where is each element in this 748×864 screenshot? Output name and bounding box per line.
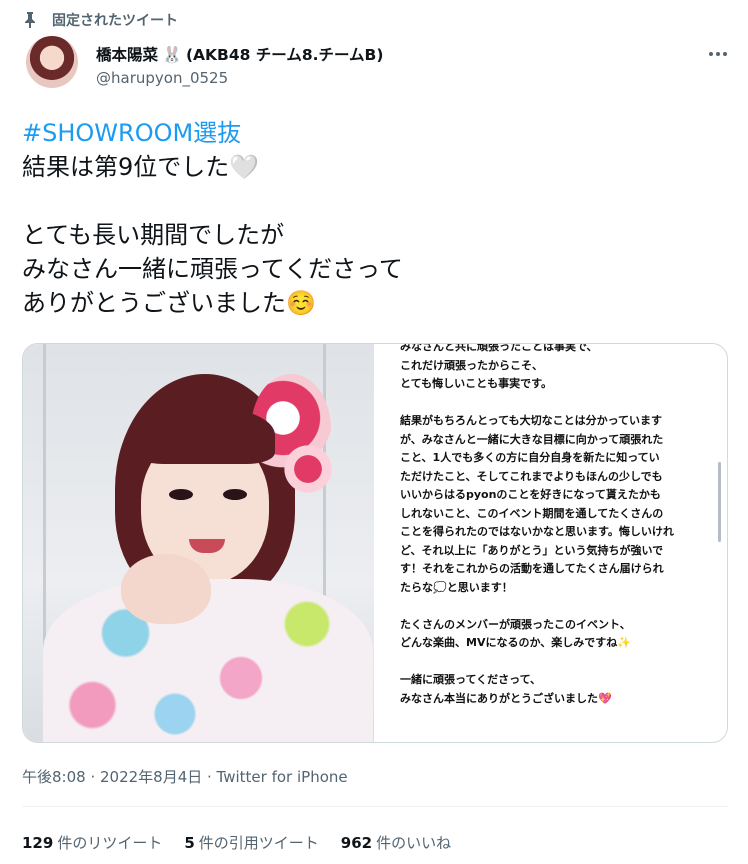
display-name-suffix[interactable]: (AKB48 チーム8.チームB) xyxy=(186,43,384,65)
pinned-tweet-indicator: 固定されたツイート xyxy=(22,10,178,30)
display-name-main[interactable]: 橋本陽菜 xyxy=(96,43,158,65)
display-name[interactable]: 橋本陽菜 🐰 (AKB48 チーム8.チームB) xyxy=(96,43,383,65)
more-icon[interactable] xyxy=(706,42,730,66)
rabbit-emoji: 🐰 xyxy=(162,44,182,64)
pinned-label: 固定されたツイート xyxy=(52,13,178,29)
divider xyxy=(22,806,728,807)
avatar[interactable] xyxy=(26,36,78,88)
hashtag-link[interactable]: #SHOWROOM選抜 xyxy=(22,119,241,147)
message-text: みなさんと共に頑張ったことは事実で、 これだけ頑張ったからこそ、 とても悔しいこ… xyxy=(400,344,674,705)
tweet-stats: 129 件のリツイート 5 件の引用ツイート 962 件のいいね xyxy=(22,832,451,853)
tweet-media[interactable]: みなさんと共に頑張ったことは事実で、 これだけ頑張ったからこそ、 とても悔しいこ… xyxy=(22,343,728,743)
likes-stat[interactable]: 962 件のいいね xyxy=(341,832,451,853)
tweet-line-3: みなさん一緒に頑張ってくださって xyxy=(22,255,403,283)
pin-icon xyxy=(22,11,38,29)
scrollbar xyxy=(718,462,721,542)
tweet-line-2: とても長い期間でしたが xyxy=(22,221,285,249)
retweets-stat[interactable]: 129 件のリツイート xyxy=(22,832,162,853)
tweet-timestamp[interactable]: 午後8:08 · 2022年8月4日 · Twitter for iPhone xyxy=(22,766,348,787)
tweet-header: 橋本陽菜 🐰 (AKB48 チーム8.チームB) @harupyon_0525 xyxy=(24,36,730,96)
user-handle[interactable]: @harupyon_0525 xyxy=(96,69,228,87)
tweet-line-1: 結果は第9位でした🤍 xyxy=(22,153,260,181)
quotes-stat[interactable]: 5 件の引用ツイート xyxy=(184,832,318,853)
tweet-body: #SHOWROOM選抜 結果は第9位でした🤍 とても長い期間でしたが みなさん一… xyxy=(22,116,722,320)
message-screenshot[interactable]: みなさんと共に頑張ったことは事実で、 これだけ頑張ったからこそ、 とても悔しいこ… xyxy=(374,344,727,742)
tweet-line-4: ありがとうございました☺️ xyxy=(22,289,316,317)
member-photo[interactable] xyxy=(23,344,374,742)
